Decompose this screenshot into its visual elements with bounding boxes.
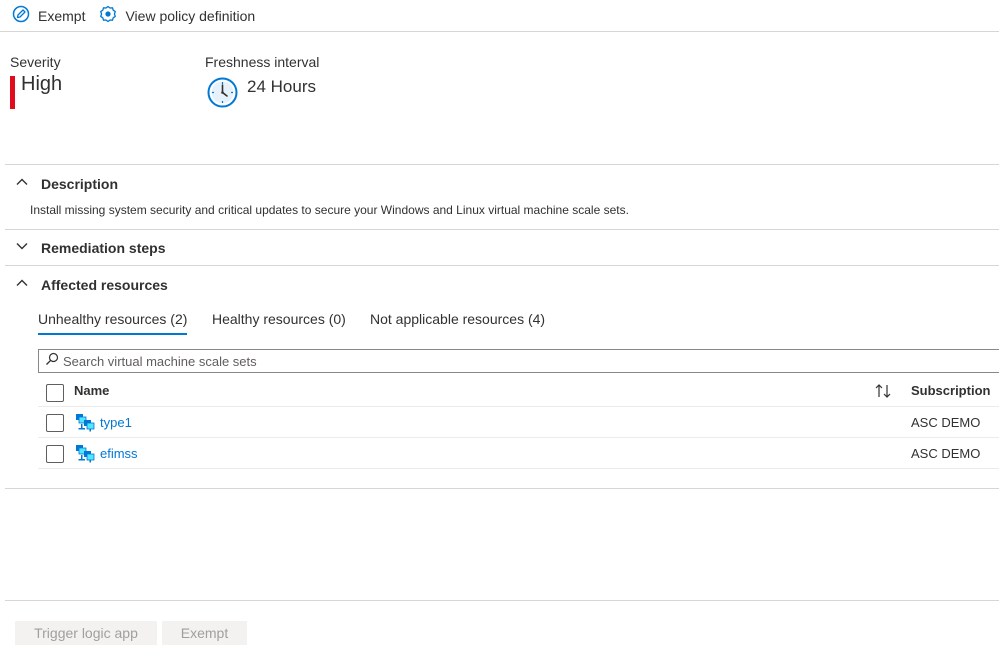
resources-table: Name Subscription type1 ASC DEMO efimss … — [38, 376, 999, 469]
vmss-icon — [75, 413, 95, 438]
table-row[interactable]: type1 ASC DEMO — [38, 407, 999, 438]
freshness-interval-value: 24 Hours — [247, 77, 316, 96]
column-header-subscription[interactable]: Subscription — [911, 383, 990, 398]
exempt-icon — [12, 5, 38, 26]
tab-healthy-resources[interactable]: Healthy resources (0) — [212, 311, 346, 327]
tab-not-applicable-resources[interactable]: Not applicable resources (4) — [370, 311, 545, 327]
trigger-logic-app-button[interactable]: Trigger logic app — [15, 621, 157, 645]
footer-divider — [5, 600, 999, 601]
freshness-interval-label: Freshness interval — [205, 54, 320, 70]
search-icon — [45, 352, 63, 371]
remediation-steps-title: Remediation steps — [41, 239, 166, 256]
tab-unhealthy-resources[interactable]: Unhealthy resources (2) — [38, 311, 187, 327]
resource-name-link[interactable]: type1 — [100, 415, 132, 430]
command-bar: Exempt View policy definition — [0, 0, 999, 32]
resource-subscription: ASC DEMO — [911, 446, 981, 461]
divider — [5, 229, 999, 230]
description-section-header[interactable]: Description — [15, 175, 118, 192]
exempt-footer-button[interactable]: Exempt — [162, 621, 247, 645]
description-text: Install missing system security and crit… — [30, 203, 629, 217]
vmss-icon — [75, 444, 95, 469]
remediation-steps-section-header[interactable]: Remediation steps — [15, 239, 165, 256]
policy-gear-icon — [99, 5, 125, 26]
selected-tab-indicator — [38, 333, 187, 335]
view-policy-definition-button[interactable]: View policy definition — [99, 4, 255, 28]
severity-indicator-bar — [10, 76, 15, 109]
severity-label: Severity — [10, 54, 61, 70]
affected-resources-title: Affected resources — [41, 276, 168, 293]
exempt-toolbar-label: Exempt — [38, 7, 86, 24]
chevron-up-icon — [15, 175, 41, 192]
divider — [5, 488, 999, 489]
sort-icon[interactable] — [874, 383, 892, 404]
description-title: Description — [41, 175, 119, 192]
divider — [5, 164, 999, 165]
affected-resources-section-header[interactable]: Affected resources — [15, 276, 168, 293]
table-row[interactable]: efimss ASC DEMO — [38, 438, 999, 469]
row-checkbox[interactable] — [46, 414, 64, 432]
search-box[interactable] — [38, 349, 999, 373]
column-header-name[interactable]: Name — [74, 383, 109, 398]
clock-icon — [207, 77, 238, 113]
severity-value: High — [21, 73, 63, 95]
chevron-down-icon — [15, 239, 41, 256]
exempt-toolbar-button[interactable]: Exempt — [12, 4, 85, 28]
select-all-checkbox[interactable] — [46, 384, 64, 402]
row-checkbox[interactable] — [46, 445, 64, 463]
table-header-row: Name Subscription — [38, 376, 999, 407]
resource-subscription: ASC DEMO — [911, 415, 981, 430]
chevron-up-icon — [15, 276, 41, 293]
resource-name-link[interactable]: efimss — [100, 446, 138, 461]
search-input[interactable] — [63, 353, 763, 369]
view-policy-definition-label: View policy definition — [125, 7, 256, 24]
divider — [5, 265, 999, 266]
